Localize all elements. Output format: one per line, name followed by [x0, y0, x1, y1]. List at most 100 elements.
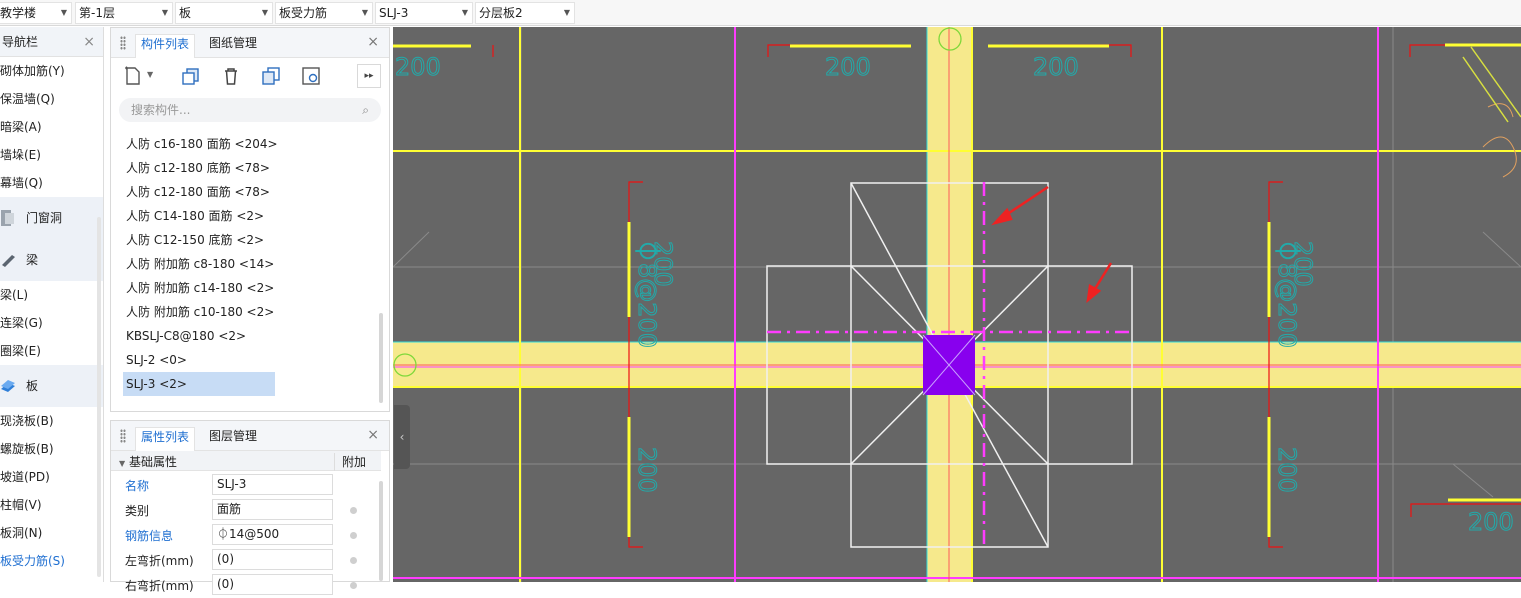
- layer-slab-dropdown-label: 分层板2: [479, 6, 523, 20]
- tab-property-list[interactable]: 属性列表: [135, 427, 196, 451]
- component-list-item[interactable]: SLJ-3 <2>: [123, 372, 275, 396]
- drag-handle-icon[interactable]: [120, 429, 126, 443]
- layer-slab-dropdown[interactable]: 分层板2 ▼: [475, 2, 575, 24]
- component-dropdown[interactable]: SLJ-3 ▼: [375, 2, 473, 24]
- nav-item-beam[interactable]: 梁(L): [0, 281, 103, 309]
- nav-item-hidden-beam[interactable]: 暗梁(A): [0, 113, 103, 141]
- nav-item-ramp[interactable]: 坡道(PD): [0, 463, 103, 491]
- chevron-down-icon: ▼: [60, 8, 67, 17]
- element-type-dropdown[interactable]: 板 ▼: [175, 2, 273, 24]
- dimension-label: 200: [1033, 53, 1079, 81]
- dimension-label: 200: [633, 447, 661, 493]
- nav-group-door-window[interactable]: 门窗洞: [0, 197, 103, 239]
- close-icon[interactable]: ×: [367, 34, 379, 50]
- chevron-down-icon: ▼: [361, 8, 368, 17]
- nav-item-spiral-slab[interactable]: 螺旋板(B): [0, 435, 103, 463]
- nav-group-door-window-label: 门窗洞: [26, 211, 63, 225]
- component-panel-header: 构件列表 图纸管理 ×: [111, 28, 389, 58]
- subtype-dropdown[interactable]: 板受力筋 ▼: [275, 2, 373, 24]
- nav-item-slab-opening[interactable]: 板洞(N): [0, 519, 103, 547]
- property-value-input[interactable]: (0): [212, 549, 333, 570]
- component-dropdown-label: SLJ-3: [379, 6, 409, 20]
- component-list-item[interactable]: 人防 附加筋 c14-180 <2>: [123, 276, 375, 300]
- copy-icon[interactable]: [179, 64, 203, 88]
- nav-item-column-cap[interactable]: 柱帽(V): [0, 491, 103, 519]
- basic-properties-group[interactable]: ▼ 基础属性 附加: [111, 451, 381, 471]
- property-panel-header: 属性列表 图层管理 ×: [111, 421, 389, 451]
- drag-handle-icon[interactable]: [120, 36, 126, 50]
- duplicate-icon[interactable]: [259, 64, 283, 88]
- extra-checkbox[interactable]: [350, 532, 357, 539]
- navigation-title: 导航栏: [2, 35, 39, 49]
- extra-checkbox[interactable]: [350, 582, 357, 589]
- close-icon[interactable]: ×: [367, 427, 379, 443]
- property-row-category: 类别 面筋: [111, 498, 381, 523]
- component-list-item[interactable]: KBSLJ-C8@180 <2>: [123, 324, 375, 348]
- nav-item-cast-slab[interactable]: 现浇板(B): [0, 407, 103, 435]
- dimension-label: 200: [395, 53, 441, 81]
- dimension-label: 200: [649, 241, 677, 287]
- chevron-down-icon: ▼: [161, 8, 168, 17]
- drawing-canvas[interactable]: 200 200 200 200 ⏀8@200 ⏀8@200 200 200 20…: [393, 27, 1521, 582]
- more-tools-button[interactable]: ▸▸: [357, 64, 381, 88]
- chevron-down-icon: ▼: [461, 8, 468, 17]
- component-list-item[interactable]: 人防 附加筋 c10-180 <2>: [123, 300, 375, 324]
- nav-scrollbar[interactable]: [97, 217, 101, 577]
- property-key: 类别: [125, 504, 150, 518]
- search-input[interactable]: 搜索构件... ⌕: [119, 98, 381, 122]
- dimension-label: 200: [825, 53, 871, 81]
- property-row-left-bend: 左弯折(mm) (0): [111, 548, 381, 573]
- slab-icon: [1, 380, 15, 392]
- component-list-item[interactable]: 人防 c12-180 面筋 <78>: [123, 180, 375, 204]
- property-key: 左弯折(mm): [125, 554, 194, 568]
- extra-checkbox[interactable]: [350, 557, 357, 564]
- property-value-input[interactable]: 面筋: [212, 499, 333, 520]
- component-list-item[interactable]: 人防 c12-180 底筋 <78>: [123, 156, 375, 180]
- delete-icon[interactable]: [219, 64, 243, 88]
- property-row-name: 名称 SLJ-3: [111, 473, 381, 498]
- nav-item-wall-pier[interactable]: 墙垛(E): [0, 141, 103, 169]
- property-row-rebar-info: 钢筋信息 ⏀14@500: [111, 523, 381, 548]
- chevron-down-icon[interactable]: ▼: [147, 70, 153, 79]
- chevron-left-icon: ‹: [399, 430, 405, 444]
- property-value-input[interactable]: ⏀14@500: [212, 524, 333, 545]
- component-list-item[interactable]: 人防 C12-150 底筋 <2>: [123, 228, 375, 252]
- cad-drawing[interactable]: 200 200 200 200 ⏀8@200 ⏀8@200 200 200 20…: [393, 27, 1521, 582]
- component-list-item[interactable]: 人防 附加筋 c8-180 <14>: [123, 252, 375, 276]
- nav-group-beam-label: 梁: [26, 253, 39, 267]
- tab-layer-management[interactable]: 图层管理: [209, 427, 257, 451]
- nav-group-slab[interactable]: 板: [0, 365, 103, 407]
- floor-dropdown[interactable]: 第-1层 ▼: [75, 2, 173, 24]
- nav-item-masonry-reinforcement[interactable]: 砌体加筋(Y): [0, 57, 103, 85]
- new-component-icon[interactable]: [121, 64, 145, 88]
- component-list-item[interactable]: 人防 C14-180 面筋 <2>: [123, 204, 375, 228]
- component-scrollbar[interactable]: [379, 313, 383, 403]
- settings-icon[interactable]: [299, 64, 323, 88]
- nav-item-slab-rebar[interactable]: 板受力筋(S): [0, 547, 103, 575]
- nav-group-beam[interactable]: 梁: [0, 239, 103, 281]
- nav-item-curtain-wall[interactable]: 幕墙(Q): [0, 169, 103, 197]
- dimension-label: 200: [1273, 447, 1301, 493]
- search-icon[interactable]: ⌕: [362, 98, 369, 122]
- tab-drawing-management[interactable]: 图纸管理: [209, 34, 257, 58]
- nav-item-ring-beam[interactable]: 圈梁(E): [0, 337, 103, 365]
- property-value-input[interactable]: (0): [212, 574, 333, 595]
- top-toolbar: 教学楼 ▼ 第-1层 ▼ 板 ▼ 板受力筋 ▼ SLJ-3 ▼ 分层板2 ▼: [0, 0, 1521, 26]
- nav-item-insulation-wall[interactable]: 保温墙(Q): [0, 85, 103, 113]
- component-list-item[interactable]: 人防 c16-180 面筋 <204>: [123, 132, 375, 156]
- door-window-icon: [1, 210, 14, 226]
- group-title-text: 基础属性: [128, 455, 177, 469]
- navigation-header: 导航栏 ×: [0, 27, 103, 57]
- property-key: 钢筋信息: [125, 529, 174, 543]
- collapse-panel-button[interactable]: ‹: [394, 405, 410, 469]
- property-row-right-bend: 右弯折(mm) (0): [111, 573, 381, 598]
- element-type-dropdown-label: 板: [179, 6, 192, 20]
- component-list-item[interactable]: SLJ-2 <0>: [123, 348, 375, 372]
- nav-item-coupling-beam[interactable]: 连梁(G): [0, 309, 103, 337]
- extra-checkbox[interactable]: [350, 507, 357, 514]
- property-value-input[interactable]: SLJ-3: [212, 474, 333, 495]
- building-dropdown[interactable]: 教学楼 ▼: [0, 2, 72, 24]
- close-icon[interactable]: ×: [83, 27, 95, 57]
- property-scrollbar[interactable]: [379, 481, 383, 581]
- tab-component-list[interactable]: 构件列表: [135, 34, 196, 58]
